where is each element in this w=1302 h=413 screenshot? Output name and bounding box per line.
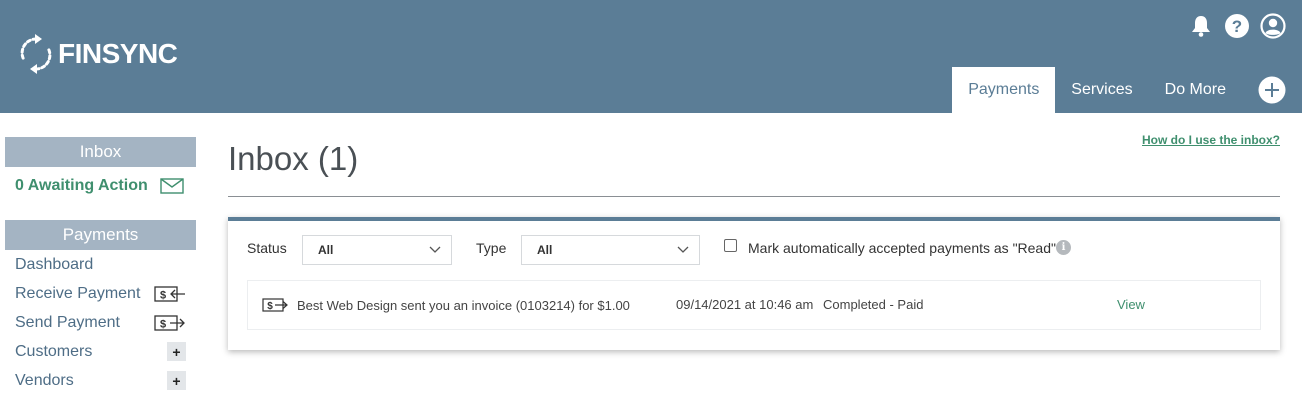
finsync-logo[interactable]: FINSYNC [18, 33, 178, 75]
add-customer-plus-icon[interactable]: + [167, 342, 186, 361]
awaiting-action-link[interactable]: 0 Awaiting Action [5, 167, 196, 205]
inbox-filters: Status All Type All Mark automatically a… [228, 231, 1280, 265]
status-select[interactable]: All [302, 235, 452, 265]
tab-services[interactable]: Services [1055, 67, 1148, 113]
view-link[interactable]: View [1117, 297, 1145, 312]
type-select-value: All [537, 243, 553, 257]
tab-payments[interactable]: Payments [952, 67, 1056, 113]
info-icon[interactable]: i [1056, 240, 1071, 255]
chevron-down-icon [677, 246, 689, 253]
type-select[interactable]: All [521, 235, 700, 265]
add-vendor-plus-icon[interactable]: + [167, 371, 186, 390]
svg-text:$: $ [160, 289, 166, 301]
sidebar: Inbox 0 Awaiting Action Payments Dashboa… [5, 137, 196, 395]
sidebar-item-label: Receive Payment [15, 284, 141, 302]
sidebar-item-vendors[interactable]: Vendors + [5, 366, 196, 395]
svg-text:?: ? [1232, 17, 1242, 36]
row-date: 09/14/2021 at 10:46 am [676, 297, 814, 312]
receive-payment-icon: $ [154, 285, 186, 303]
status-filter-label: Status [247, 240, 287, 256]
type-filter-label: Type [476, 240, 507, 256]
row-status: Completed - Paid [823, 297, 924, 312]
app-header: FINSYNC ? Payments Services Do More [0, 0, 1302, 113]
brand-name: FINSYNC [58, 38, 178, 69]
sidebar-item-label: Dashboard [15, 255, 94, 273]
plus-circle-icon[interactable] [1242, 67, 1302, 113]
inbox-help-link[interactable]: How do I use the inbox? [1142, 133, 1280, 147]
sidebar-item-customers[interactable]: Customers + [5, 337, 196, 366]
awaiting-action-label: 0 Awaiting Action [15, 177, 148, 194]
svg-text:$: $ [267, 301, 273, 312]
svg-text:$: $ [160, 318, 166, 330]
sidebar-item-label: Customers [15, 342, 93, 360]
sidebar-item-dashboard[interactable]: Dashboard [5, 250, 196, 279]
sidebar-item-label: Vendors [15, 371, 74, 389]
invoice-received-icon: $ [262, 298, 288, 317]
chevron-down-icon [429, 246, 441, 253]
sidebar-item-send-payment[interactable]: Send Payment $ [5, 308, 196, 337]
header-utility-icons: ? [1188, 13, 1286, 39]
sidebar-payments-header[interactable]: Payments [5, 220, 196, 250]
help-icon[interactable]: ? [1224, 13, 1250, 39]
sidebar-item-label: Send Payment [15, 313, 120, 331]
bell-icon[interactable] [1188, 13, 1214, 39]
row-description: Best Web Design sent you an invoice (010… [297, 298, 630, 313]
table-row[interactable]: $ Best Web Design sent you an invoice (0… [247, 280, 1261, 330]
mark-read-checkbox-label: Mark automatically accepted payments as … [748, 240, 1056, 256]
envelope-icon [160, 178, 184, 194]
send-payment-icon: $ [154, 314, 186, 332]
user-icon[interactable] [1260, 13, 1286, 39]
title-divider [228, 196, 1280, 197]
status-select-value: All [318, 243, 334, 257]
sync-logo-icon [20, 34, 52, 74]
inbox-panel: Status All Type All Mark automatically a… [228, 217, 1280, 350]
page-title: Inbox (1) [228, 140, 359, 177]
mark-read-checkbox[interactable] [724, 239, 737, 252]
main-nav: Payments Services Do More [952, 67, 1302, 113]
sidebar-inbox-header[interactable]: Inbox [5, 137, 196, 167]
tab-do-more[interactable]: Do More [1149, 67, 1242, 113]
sidebar-item-receive-payment[interactable]: Receive Payment $ [5, 279, 196, 308]
